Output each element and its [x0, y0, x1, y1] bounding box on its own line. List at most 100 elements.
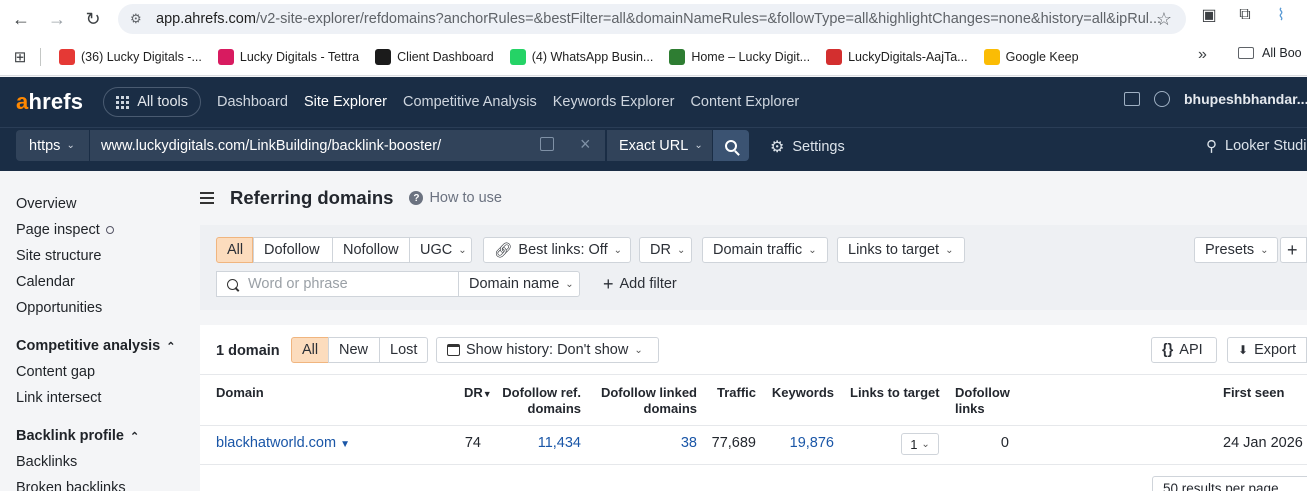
filter-all-tab[interactable]: All [216, 237, 253, 263]
links-to-target-select[interactable]: 1 ⌄ [901, 433, 939, 455]
show-history-select[interactable]: Show history: Don't show ⌄ [436, 337, 659, 363]
clear-icon[interactable]: × [580, 134, 591, 155]
domain-traffic-filter[interactable]: Domain traffic ⌄ [702, 237, 828, 263]
sidebar-section-competitive-analysis[interactable]: Competitive analysis ⌃ [0, 333, 196, 359]
sidebar-item-broken-backlinks[interactable]: Broken backlinks [0, 475, 196, 491]
nav-item-competitive-analysis[interactable]: Competitive Analysis [403, 94, 537, 110]
target-bar: https ⌄ www.luckydigitals.com/LinkBuildin… [0, 127, 1307, 171]
settings-button[interactable]: ⚙ Settings [770, 137, 845, 157]
col-header-keywords[interactable]: Keywords [764, 385, 834, 401]
results-lost-tab[interactable]: Lost [379, 337, 428, 363]
open-external-icon[interactable] [540, 137, 554, 151]
bookmark-item[interactable]: (36) Lucky Digitals -... [51, 43, 210, 71]
results-new-tab[interactable]: New [328, 337, 380, 363]
bookmark-item[interactable]: Lucky Digitals - Tettra [210, 43, 367, 71]
export-button[interactable]: ⬇ Export [1227, 337, 1307, 363]
all-tools-button[interactable]: All tools [103, 87, 202, 117]
sidebar-item-link-intersect[interactable]: Link intersect [0, 385, 196, 411]
sidebar-item-site-structure[interactable]: Site structure [0, 243, 196, 269]
nav-item-site-explorer[interactable]: Site Explorer [304, 94, 387, 110]
bookmark-label: Home – Lucky Digit... [691, 49, 811, 64]
best-links-filter[interactable]: 🔗︎ Best links: Off ⌄ [483, 237, 631, 263]
sidebar-item-overview[interactable]: Overview [0, 191, 196, 217]
main-nav: Dashboard Site Explorer Competitive Analys… [217, 94, 799, 110]
filter-panel: All Dofollow Nofollow UGC ⌄ 🔗︎ Best links:… [200, 225, 1307, 310]
looker-studio-button[interactable]: ⚲ Looker Studi [1206, 137, 1306, 155]
add-filter-button[interactable]: + Add filter [593, 271, 693, 297]
row-dofollow-ref-domains[interactable]: 11,434 [500, 435, 581, 451]
ahrefs-header: ahrefs All tools Dashboard Site Explorer C… [0, 77, 1307, 127]
col-header-dr[interactable]: DR▼ [464, 385, 492, 402]
ahrefs-logo[interactable]: ahrefs [16, 89, 83, 115]
menu-icon[interactable] [200, 192, 214, 204]
target-search-button[interactable] [713, 130, 749, 161]
sidebar-item-opportunities[interactable]: Opportunities [0, 295, 196, 321]
row-first-seen: 24 Jan 2026 [1223, 435, 1303, 451]
col-header-links-to-target[interactable]: Links to target [850, 385, 940, 401]
help-icon: ? [409, 191, 424, 205]
links-to-target-filter[interactable]: Links to target ⌄ [837, 237, 965, 263]
forward-button[interactable]: → [40, 2, 74, 36]
folder-icon [1238, 47, 1254, 59]
row-traffic: 77,689 [711, 435, 756, 451]
mode-select[interactable]: Exact URL ⌄ [606, 130, 712, 161]
how-to-use-link[interactable]: ? How to use [409, 190, 502, 206]
nav-item-content-explorer[interactable]: Content Explorer [690, 94, 799, 110]
sidebar-item-content-gap[interactable]: Content gap [0, 359, 196, 385]
usage-icon[interactable] [1154, 91, 1170, 107]
col-header-dofollow-ref-domains[interactable]: Dofollow ref. domains [496, 385, 581, 417]
row-domain-link[interactable]: blackhatworld.com ▼ [216, 435, 350, 451]
bookmark-item[interactable]: Home – Lucky Digit... [661, 43, 818, 71]
results-all-tab[interactable]: All [291, 337, 329, 363]
reload-button[interactable]: ↻ [76, 2, 110, 36]
site-settings-icon[interactable]: ⚙ [130, 11, 146, 27]
apps-icon[interactable]: ⊞ [0, 48, 40, 66]
notifications-icon[interactable] [1124, 92, 1140, 106]
filter-ugc-select[interactable]: UGC ⌄ [409, 237, 472, 263]
chevron-up-icon: ⌃ [166, 340, 176, 353]
target-url-input[interactable]: www.luckydigitals.com/LinkBuilding/backl… [89, 130, 605, 161]
sidebar-item-backlinks[interactable]: Backlinks [0, 449, 196, 475]
filter-nofollow-tab[interactable]: Nofollow [332, 237, 410, 263]
sort-desc-icon: ▼ [482, 389, 492, 399]
nav-item-dashboard[interactable]: Dashboard [217, 94, 288, 110]
bookmark-item[interactable]: Google Keep [976, 43, 1087, 71]
media-icon[interactable]: ▣ [1198, 4, 1220, 26]
search-input[interactable]: Word or phrase [216, 271, 459, 297]
nav-item-keywords-explorer[interactable]: Keywords Explorer [553, 94, 675, 110]
col-header-traffic[interactable]: Traffic [705, 385, 756, 401]
row-dofollow-linked-domains[interactable]: 38 [620, 435, 697, 451]
add-column-button[interactable]: + [1280, 237, 1307, 263]
row-dofollow-links: 0 [1000, 435, 1009, 451]
bookmark-item[interactable]: LuckyDigitals-AajTa... [818, 43, 976, 71]
extensions-icon[interactable]: ⧉ [1234, 4, 1256, 26]
bookmark-item[interactable]: Client Dashboard [367, 43, 502, 71]
row-keywords[interactable]: 19,876 [764, 435, 834, 451]
results-per-page-select[interactable]: 50 results per page [1152, 476, 1307, 491]
presets-button[interactable]: Presets ⌄ [1194, 237, 1278, 263]
calendar-icon [447, 344, 460, 356]
col-header-dofollow-linked-domains[interactable]: Dofollow linked domains [593, 385, 697, 417]
col-header-domain[interactable]: Domain [216, 385, 264, 401]
all-bookmarks-button[interactable]: All Boo [1238, 46, 1302, 60]
dr-filter[interactable]: DR ⌄ [639, 237, 692, 263]
profile-icon[interactable]: ⌇ [1270, 4, 1292, 26]
chevron-down-icon: ⌄ [808, 244, 817, 256]
filter-dofollow-tab[interactable]: Dofollow [253, 237, 333, 263]
back-button[interactable]: ← [4, 2, 38, 36]
favicon-icon [669, 48, 686, 65]
col-header-dofollow-links[interactable]: Dofollow links [955, 385, 1010, 417]
bookmark-item[interactable]: (4) WhatsApp Busin... [502, 43, 662, 71]
domain-name-select[interactable]: Domain name ⌄ [458, 271, 580, 297]
protocol-select[interactable]: https ⌄ [16, 130, 89, 161]
user-menu[interactable]: bhupeshbhandar... [1184, 91, 1307, 107]
col-header-first-seen[interactable]: First seen [1223, 385, 1284, 401]
page-title: Referring domains [230, 187, 394, 208]
sidebar-item-calendar[interactable]: Calendar [0, 269, 196, 295]
bookmarks-more-button[interactable]: » [1198, 46, 1207, 64]
bookmark-star-icon[interactable]: ☆ [1156, 9, 1172, 30]
address-bar[interactable]: ⚙ app.ahrefs.com/v2-site-explorer/refdom… [118, 4, 1186, 34]
sidebar-item-page-inspect[interactable]: Page inspect [0, 217, 196, 243]
api-button[interactable]: {} API [1151, 337, 1217, 363]
sidebar-section-backlink-profile[interactable]: Backlink profile ⌃ [0, 423, 196, 449]
